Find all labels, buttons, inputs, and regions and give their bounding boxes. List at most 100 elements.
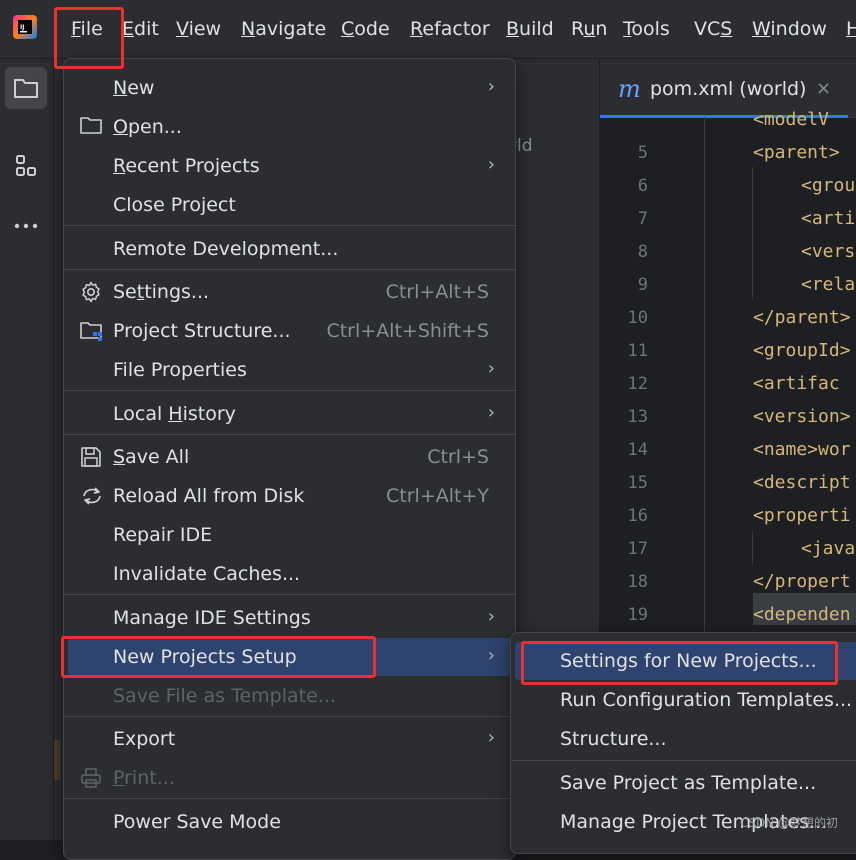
save-icon <box>80 446 104 468</box>
menu-item-new[interactable]: New › <box>64 69 515 107</box>
menu-separator <box>64 594 515 595</box>
intellij-logo-icon[interactable]: IJ <box>12 14 38 40</box>
menu-item-project-structure[interactable]: Project Structure... Ctrl+Alt+Shift+S <box>64 312 515 350</box>
line-number: 10 <box>627 308 648 328</box>
chevron-right-icon: › <box>487 645 495 666</box>
indent-guide <box>752 167 753 299</box>
menu-bar: IJ File Edit View Navigate Code Refactor Build… <box>0 0 856 59</box>
close-icon[interactable]: × <box>816 78 831 99</box>
printer-icon <box>80 767 104 789</box>
menu-separator <box>64 798 515 799</box>
menu-item-remote-development[interactable]: Remote Development... <box>64 230 515 268</box>
menu-item-invalidate-caches[interactable]: Invalidate Caches... <box>64 555 515 593</box>
menu-item-settings[interactable]: Settings... Ctrl+Alt+S <box>64 273 515 311</box>
watermark: CSDN @梦想的初 <box>740 816 839 830</box>
menu-separator <box>511 760 856 761</box>
menu-separator <box>64 269 515 270</box>
menu-window[interactable]: Window <box>752 16 827 42</box>
code-line: <properti <box>753 505 851 526</box>
line-number: 17 <box>627 539 648 559</box>
menu-item-run-configuration-templates[interactable]: Run Configuration Templates... <box>511 681 856 719</box>
menu-item-settings-for-new-projects[interactable]: Settings for New Projects... <box>515 642 856 680</box>
code-line: </parent> <box>753 307 851 328</box>
menu-navigate[interactable]: Navigate <box>241 16 326 42</box>
code-line: <modelV <box>753 109 829 130</box>
chevron-right-icon: › <box>487 154 495 175</box>
menu-item-close-project[interactable]: Close Project <box>64 186 515 224</box>
menu-file[interactable]: File <box>71 16 103 42</box>
menu-tools[interactable]: Tools <box>623 16 670 42</box>
menu-separator <box>64 225 515 226</box>
line-number: 6 <box>637 176 648 196</box>
code-line: <descript <box>753 472 851 493</box>
menu-run[interactable]: Run <box>571 16 607 42</box>
structure-tool-button[interactable] <box>5 145 47 187</box>
file-menu: New › Open... Recent Projects › Close Proj… <box>63 58 516 860</box>
menu-item-save-file-as-template[interactable]: Save File as Template... <box>64 677 515 715</box>
menu-code[interactable]: Code <box>341 16 390 42</box>
code-line: <rela <box>801 274 856 295</box>
folder-icon <box>80 116 104 138</box>
menu-item-print[interactable]: Print... <box>64 759 515 797</box>
menu-item-structure[interactable]: Structure... <box>511 720 856 758</box>
menu-edit[interactable]: Edit <box>122 16 159 42</box>
folder-icon <box>14 79 38 98</box>
line-number: 15 <box>627 473 648 493</box>
maven-icon: m <box>618 75 641 103</box>
menu-item-manage-ide-settings[interactable]: Manage IDE Settings › <box>64 599 515 637</box>
chevron-right-icon: › <box>487 402 495 423</box>
code-line: <parent> <box>753 142 840 163</box>
tool-window-bar <box>0 59 54 840</box>
code-line: </propert <box>753 571 851 592</box>
tab-title: pom.xml (world) <box>650 78 807 100</box>
menu-item-save-all[interactable]: Save All Ctrl+S <box>64 438 515 476</box>
menu-item-open[interactable]: Open... <box>64 108 515 146</box>
panel-accent <box>54 740 60 780</box>
menu-separator <box>64 390 515 391</box>
project-tool-button[interactable] <box>5 67 47 109</box>
menu-item-local-history[interactable]: Local History › <box>64 395 515 433</box>
line-number: 14 <box>627 440 648 460</box>
line-number: 18 <box>627 572 648 592</box>
menu-view[interactable]: View <box>176 16 221 42</box>
menu-item-recent-projects[interactable]: Recent Projects › <box>64 147 515 185</box>
chevron-right-icon: › <box>487 727 495 748</box>
menu-item-save-project-as-template[interactable]: Save Project as Template... <box>511 764 856 802</box>
reload-icon <box>80 485 104 507</box>
code-line: <dependen <box>753 604 851 625</box>
more-tool-windows-button[interactable] <box>5 205 47 247</box>
menu-separator <box>64 434 515 435</box>
code-line: <arti <box>801 208 856 229</box>
code-line: <artifac <box>753 373 840 394</box>
line-number: 16 <box>627 506 648 526</box>
menu-item-file-properties[interactable]: File Properties › <box>64 351 515 389</box>
line-number: 11 <box>627 341 648 361</box>
project-structure-icon <box>80 320 104 342</box>
code-line: <name>wor <box>753 439 851 460</box>
menu-item-reload-from-disk[interactable]: Reload All from Disk Ctrl+Alt+Y <box>64 477 515 515</box>
line-number: 8 <box>637 242 648 262</box>
line-number: 5 <box>637 143 648 163</box>
code-line: <groupId> <box>753 340 851 361</box>
code-line: <grou <box>801 175 856 196</box>
chevron-right-icon: › <box>487 606 495 627</box>
menu-refactor[interactable]: Refactor <box>410 16 490 42</box>
line-number: 7 <box>637 209 648 229</box>
menu-item-repair-ide[interactable]: Repair IDE <box>64 516 515 554</box>
menu-item-new-projects-setup[interactable]: New Projects Setup › <box>68 638 511 676</box>
line-number: 19 <box>627 605 648 625</box>
menu-item-export[interactable]: Export › <box>64 720 515 758</box>
menu-build[interactable]: Build <box>506 16 554 42</box>
code-line: <vers <box>801 241 856 262</box>
structure-icon <box>16 155 36 176</box>
line-number: 9 <box>637 275 648 295</box>
code-line: <version> <box>753 406 851 427</box>
svg-text:IJ: IJ <box>20 24 24 31</box>
gear-icon <box>80 281 104 303</box>
more-dots-icon <box>14 223 38 229</box>
menu-help[interactable]: H <box>846 16 856 42</box>
line-number: 12 <box>627 374 648 394</box>
menu-item-power-save-mode[interactable]: Power Save Mode <box>64 803 515 841</box>
chevron-right-icon: › <box>487 358 495 379</box>
menu-vcs[interactable]: VCS <box>694 16 732 42</box>
